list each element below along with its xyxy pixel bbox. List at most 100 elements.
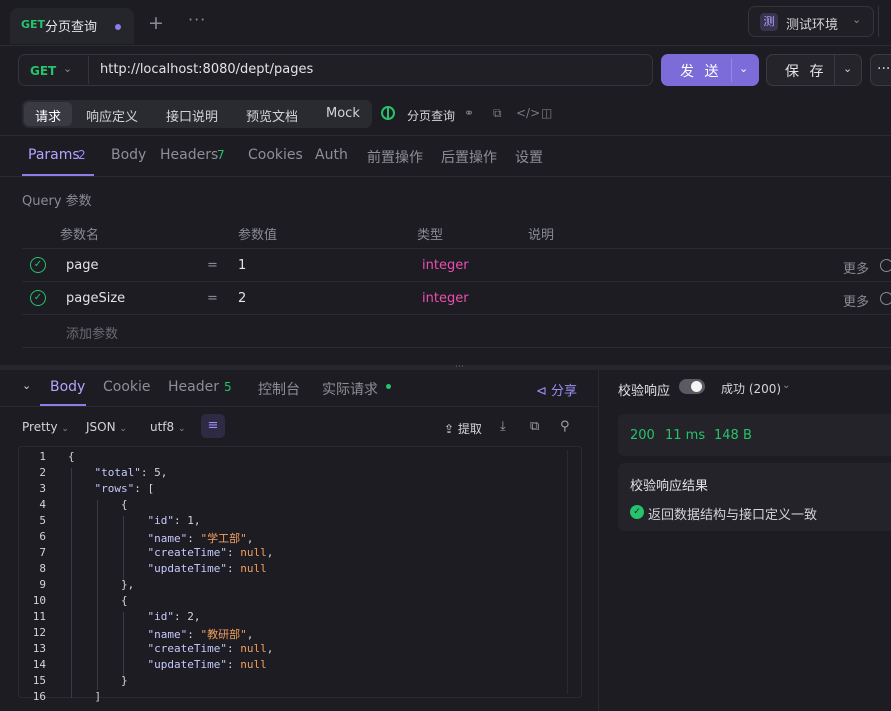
encoding-select[interactable]: utf8 ⌄ bbox=[150, 420, 186, 434]
line-number: 8 bbox=[39, 562, 46, 575]
tab-auth[interactable]: Auth bbox=[315, 147, 348, 163]
more-icon[interactable]: ··· bbox=[877, 61, 890, 77]
send-options-chevron-icon[interactable]: ⌄ bbox=[739, 62, 748, 75]
response-tab-cookie[interactable]: Cookie bbox=[103, 379, 151, 395]
subnav-response-definition[interactable]: 响应定义 bbox=[86, 106, 138, 125]
encoding-label: utf8 bbox=[150, 420, 175, 434]
divider bbox=[22, 281, 891, 282]
param-more-link[interactable]: 更多 bbox=[843, 258, 869, 277]
line-number: 10 bbox=[32, 594, 46, 607]
subnav-api-description[interactable]: 接口说明 bbox=[166, 106, 218, 125]
share-icon: ⊲ bbox=[536, 384, 547, 399]
chevron-down-icon[interactable]: ⌄ bbox=[63, 62, 72, 75]
code-line: "id": 2, bbox=[147, 610, 201, 623]
response-tab-console[interactable]: 控制台 bbox=[258, 379, 300, 399]
divider bbox=[0, 176, 891, 177]
code-line: "name": "学工部", bbox=[147, 532, 254, 545]
verify-result-title: 校验响应结果 bbox=[630, 479, 709, 494]
unsaved-dot-icon bbox=[115, 24, 121, 30]
code-line: { bbox=[68, 498, 128, 511]
remove-param-icon[interactable] bbox=[880, 292, 891, 305]
verify-result-text: 返回数据结构与接口定义一致 bbox=[648, 508, 818, 523]
code-line: "updateTime": null bbox=[147, 562, 267, 575]
pretty-select[interactable]: Pretty ⌄ bbox=[22, 420, 69, 434]
status-dot-icon bbox=[386, 384, 391, 389]
send-button-label[interactable]: 发 送 bbox=[680, 61, 721, 81]
copy-icon[interactable]: ⧉ bbox=[493, 106, 502, 121]
tab-body[interactable]: Body bbox=[111, 147, 146, 163]
subnav-mock[interactable]: Mock bbox=[326, 106, 360, 121]
code-scrollbar[interactable] bbox=[567, 450, 577, 694]
param-enabled-checkbox[interactable]: ✓ bbox=[30, 257, 46, 273]
line-number: 14 bbox=[32, 658, 46, 671]
param-value[interactable]: 2 bbox=[238, 291, 246, 306]
download-icon[interactable]: ⤓ bbox=[500, 419, 506, 434]
remove-param-icon[interactable] bbox=[880, 259, 891, 272]
response-time: 11 ms bbox=[665, 428, 706, 443]
query-section-label: Query 参数 bbox=[22, 194, 92, 209]
extract-button[interactable]: ⇪ 提取 bbox=[444, 420, 482, 437]
drag-handle-icon[interactable]: ⋯ bbox=[455, 362, 464, 372]
line-number: 11 bbox=[32, 610, 46, 623]
divider bbox=[0, 135, 891, 136]
subnav-preview-docs[interactable]: 预览文档 bbox=[246, 106, 298, 125]
status-select[interactable]: 成功 (200) bbox=[721, 380, 781, 397]
save-button-label[interactable]: 保 存 bbox=[785, 61, 826, 81]
code-line: "id": 1, bbox=[147, 514, 201, 527]
code-line: "name": "教研部", bbox=[147, 628, 254, 641]
extract-icon: ⇪ bbox=[444, 422, 455, 436]
param-enabled-checkbox[interactable]: ✓ bbox=[30, 290, 46, 306]
tab-params[interactable]: Params bbox=[28, 147, 80, 163]
toggle-knob bbox=[691, 381, 702, 392]
copy-icon[interactable]: ⧉ bbox=[530, 419, 539, 434]
param-equals: = bbox=[207, 291, 218, 306]
code-line: ] bbox=[68, 690, 102, 703]
divider bbox=[88, 56, 89, 84]
link-icon[interactable]: ⚭ bbox=[464, 106, 474, 120]
line-number: 16 bbox=[32, 690, 46, 703]
save-options-chevron-icon[interactable]: ⌄ bbox=[843, 62, 852, 75]
code-line: "createTime": null, bbox=[147, 546, 274, 559]
status-code: 200 bbox=[630, 428, 655, 443]
param-value[interactable]: 1 bbox=[238, 258, 246, 273]
tab-cookies[interactable]: Cookies bbox=[248, 147, 303, 163]
divider[interactable] bbox=[598, 370, 599, 711]
search-icon[interactable]: ⚲ bbox=[560, 419, 570, 434]
environment-label[interactable]: 测试环境 bbox=[786, 14, 838, 33]
word-wrap-icon[interactable]: ≡ bbox=[201, 414, 225, 438]
add-param-input[interactable]: 添加参数 bbox=[66, 323, 118, 342]
more-tabs-icon[interactable]: ··· bbox=[188, 10, 206, 29]
panel-splitter[interactable] bbox=[0, 365, 891, 370]
method-select[interactable]: GET bbox=[30, 64, 56, 78]
param-name[interactable]: page bbox=[66, 258, 98, 273]
param-name[interactable]: pageSize bbox=[66, 291, 125, 306]
format-select[interactable]: JSON ⌄ bbox=[86, 420, 127, 434]
tab-pre-operations[interactable]: 前置操作 bbox=[367, 147, 423, 167]
param-more-link[interactable]: 更多 bbox=[843, 291, 869, 310]
tab-post-operations[interactable]: 后置操作 bbox=[441, 147, 497, 167]
collapse-chevron-icon[interactable]: ⌄ bbox=[22, 379, 31, 392]
tab-headers[interactable]: Headers bbox=[160, 147, 218, 163]
url-input[interactable]: http://localhost:8080/dept/pages bbox=[100, 62, 313, 77]
chevron-down-icon: ⌄ bbox=[119, 424, 127, 434]
chevron-down-icon[interactable]: ⌄ bbox=[852, 13, 861, 26]
tab-settings[interactable]: 设置 bbox=[515, 147, 543, 167]
chevron-down-icon[interactable]: ⌄ bbox=[782, 380, 790, 391]
code-line: { bbox=[68, 594, 128, 607]
share-button[interactable]: ⊲ 分享 bbox=[536, 380, 577, 399]
api-name[interactable]: 分页查询 bbox=[407, 107, 455, 124]
param-type[interactable]: integer bbox=[422, 258, 469, 273]
param-equals: = bbox=[207, 258, 218, 273]
code-line: { bbox=[68, 450, 75, 463]
tab-title[interactable]: 分页查询 bbox=[45, 16, 97, 35]
response-tab-body[interactable]: Body bbox=[50, 379, 85, 395]
param-type[interactable]: integer bbox=[422, 291, 469, 306]
response-tab-actual-request[interactable]: 实际请求 bbox=[322, 379, 378, 399]
add-tab-icon[interactable]: + bbox=[148, 12, 164, 34]
code-icon[interactable]: </> bbox=[516, 106, 540, 120]
code-line: }, bbox=[68, 578, 135, 591]
panel-icon[interactable]: ◫ bbox=[541, 106, 552, 120]
response-tab-header[interactable]: Header bbox=[168, 379, 219, 395]
line-number: 12 bbox=[32, 626, 46, 639]
subnav-request[interactable]: 请求 bbox=[35, 106, 61, 125]
